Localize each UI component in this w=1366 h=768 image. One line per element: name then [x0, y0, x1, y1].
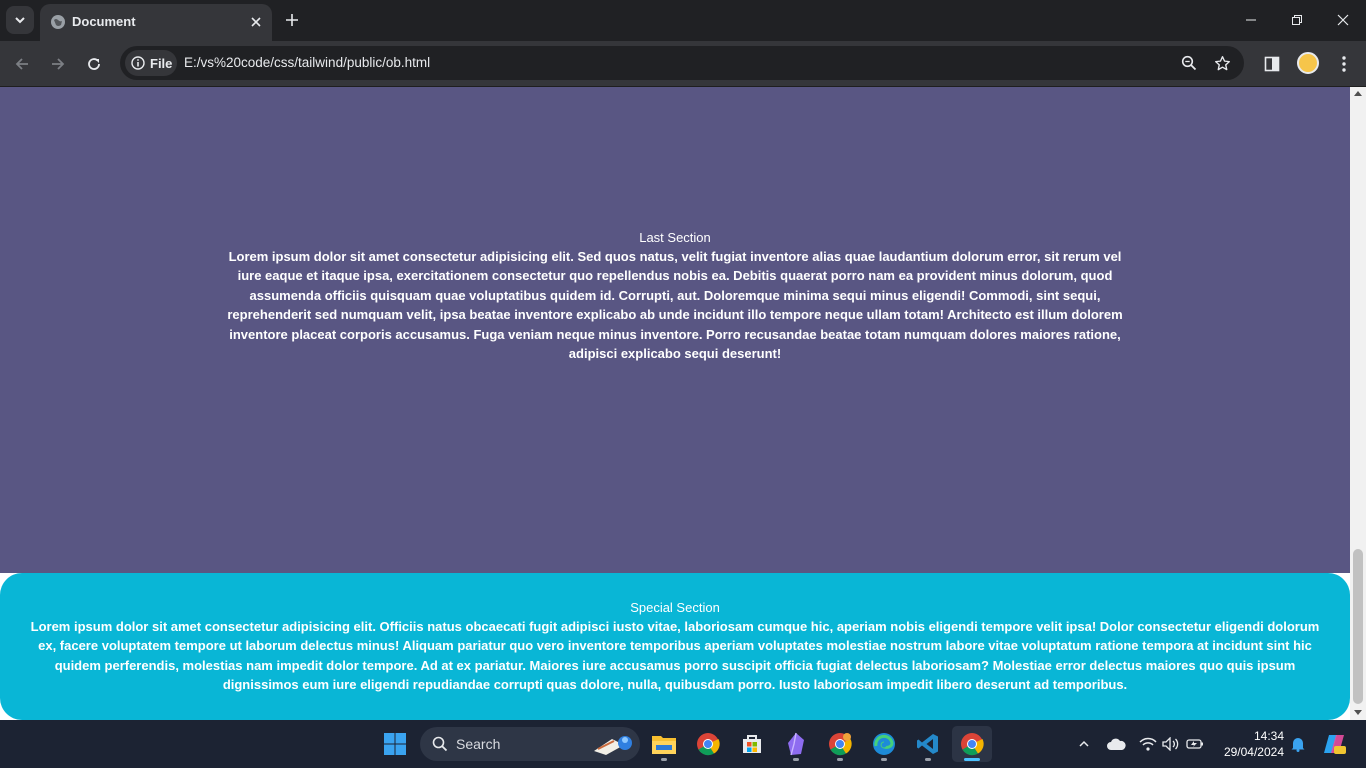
scroll-thumb[interactable] [1353, 549, 1363, 704]
taskbar-chrome-canary[interactable] [820, 726, 860, 762]
tray-battery[interactable] [1185, 734, 1205, 754]
close-icon [251, 17, 261, 27]
globe-icon [51, 15, 65, 29]
copilot-button[interactable] [1322, 732, 1346, 756]
store-icon [743, 735, 761, 753]
more-vertical-icon [1342, 56, 1346, 72]
edge-icon [873, 733, 895, 755]
browser-toolbar: File E:/vs%20code/css/tailwind/public/ob… [0, 41, 1366, 87]
running-indicator [793, 758, 799, 761]
zoom-icon [1181, 55, 1197, 71]
taskbar-vscode[interactable] [908, 726, 948, 762]
restore-button[interactable] [1274, 0, 1320, 40]
arrow-left-icon [15, 58, 28, 70]
last-section-title: Last Section [639, 230, 711, 245]
chevron-down-icon [15, 17, 25, 24]
taskbar-file-explorer[interactable] [644, 726, 684, 762]
copilot-icon [1324, 735, 1346, 754]
arrow-right-icon [52, 58, 65, 70]
clock-time: 14:34 [1253, 729, 1284, 743]
url-text[interactable]: E:/vs%20code/css/tailwind/public/ob.html [184, 55, 430, 70]
running-indicator [661, 758, 667, 761]
notifications-button[interactable] [1288, 734, 1308, 754]
last-section: Last Section Lorem ipsum dolor sit amet … [0, 87, 1350, 573]
side-panel-icon [1264, 56, 1280, 72]
active-indicator [964, 758, 980, 761]
tray-wifi[interactable] [1138, 734, 1158, 754]
title-bar: Document [0, 0, 1366, 41]
side-panel-button[interactable] [1260, 52, 1284, 76]
clock-date: 29/04/2024 [1223, 745, 1284, 759]
running-indicator [925, 758, 931, 761]
minimize-button[interactable] [1228, 0, 1274, 40]
tab-close-button[interactable] [248, 14, 264, 30]
special-section: Special Section Lorem ipsum dolor sit am… [0, 573, 1350, 720]
special-section-body: Lorem ipsum dolor sit amet consectetur a… [30, 619, 1320, 693]
menu-button[interactable] [1332, 52, 1356, 76]
scroll-up-arrow[interactable] [1354, 91, 1362, 96]
search-highlight-icon [594, 736, 632, 755]
close-icon [1337, 14, 1349, 26]
star-icon [1214, 55, 1230, 70]
taskbar-obsidian[interactable] [776, 726, 816, 762]
vscode-icon [917, 734, 938, 754]
site-info-label: File [150, 55, 173, 71]
reload-icon [88, 58, 100, 70]
cloud-icon [1107, 738, 1126, 750]
window-close-button[interactable] [1320, 0, 1366, 40]
minimize-icon [1246, 19, 1256, 21]
wifi-icon [1139, 737, 1157, 751]
search-icon [432, 736, 448, 752]
plus-icon [286, 14, 298, 26]
obsidian-icon [788, 732, 804, 756]
windows-logo-icon [384, 733, 406, 755]
running-indicator [881, 758, 887, 761]
scroll-down-arrow[interactable] [1354, 710, 1362, 715]
chevron-up-icon [1079, 740, 1089, 747]
site-info-button[interactable]: File [125, 50, 177, 76]
battery-icon [1186, 739, 1203, 749]
taskbar-chrome-active[interactable] [952, 726, 992, 762]
info-icon [131, 56, 145, 70]
tab-document[interactable]: Document [40, 4, 272, 41]
reload-button[interactable] [80, 50, 108, 78]
taskbar-search-label: Search [456, 736, 501, 752]
page-viewport: Last Section Lorem ipsum dolor sit amet … [0, 87, 1350, 720]
taskbar-edge[interactable] [864, 726, 904, 762]
tray-onedrive[interactable] [1106, 734, 1126, 754]
back-button[interactable] [8, 50, 36, 78]
chrome-canary-icon [829, 733, 852, 756]
zoom-button[interactable] [1179, 53, 1199, 73]
bell-icon [1291, 738, 1305, 752]
folder-icon [652, 736, 676, 754]
taskbar: Search 14:34 29/04/2024 [0, 720, 1366, 768]
tab-search-button[interactable] [6, 6, 34, 34]
speaker-icon [1162, 737, 1179, 751]
restore-icon [1292, 15, 1302, 25]
last-section-body: Lorem ipsum dolor sit amet consectetur a… [227, 249, 1123, 362]
chrome-icon [961, 733, 984, 756]
special-section-title: Special Section [630, 600, 720, 615]
bookmark-button[interactable] [1212, 53, 1232, 73]
profile-avatar[interactable] [1297, 52, 1319, 74]
taskbar-microsoft-store[interactable] [732, 726, 772, 762]
taskbar-search[interactable]: Search [420, 727, 640, 761]
taskbar-clock[interactable]: 14:34 29/04/2024 [1212, 728, 1284, 760]
running-indicator [837, 758, 843, 761]
tray-overflow-button[interactable] [1074, 734, 1094, 754]
tab-title: Document [72, 14, 136, 29]
chrome-icon [697, 733, 720, 756]
forward-button[interactable] [44, 50, 72, 78]
address-bar[interactable]: File E:/vs%20code/css/tailwind/public/ob… [120, 46, 1244, 80]
tray-volume[interactable] [1161, 734, 1181, 754]
taskbar-chrome[interactable] [688, 726, 728, 762]
start-button[interactable] [375, 726, 415, 762]
vertical-scrollbar[interactable] [1350, 87, 1366, 720]
new-tab-button[interactable] [282, 10, 302, 30]
